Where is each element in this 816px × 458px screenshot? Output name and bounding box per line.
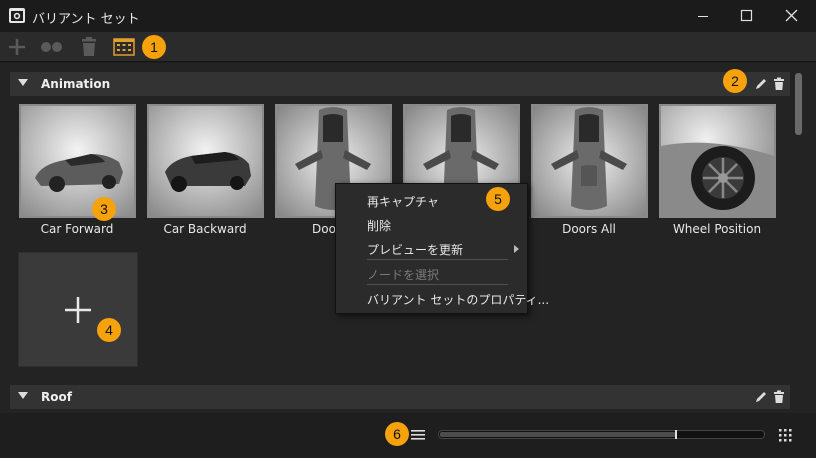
menu-item-variant-set-properties[interactable]: バリアント セットのプロパティ... — [367, 291, 549, 308]
toolbar — [0, 32, 816, 62]
menu-item-delete[interactable]: 削除 — [367, 217, 391, 234]
callout-3: 3 — [92, 197, 116, 221]
menu-item-select-node: ノードを選択 — [367, 268, 440, 282]
close-button[interactable] — [768, 0, 814, 32]
slider-handle[interactable] — [675, 430, 677, 439]
grid-panel-icon — [113, 38, 135, 56]
minimize-button[interactable] — [680, 0, 726, 32]
menu-separator — [367, 259, 508, 260]
callout-4: 4 — [97, 318, 121, 342]
delete-variant-button[interactable] — [78, 35, 100, 59]
group-header-roof[interactable]: Roof — [10, 385, 790, 409]
plus-icon — [9, 39, 25, 55]
pencil-icon[interactable] — [754, 76, 768, 92]
thumbnail-size-slider[interactable] — [438, 430, 765, 439]
car-top-doors-image — [533, 106, 646, 216]
list-view-icon[interactable] — [410, 427, 426, 443]
duplicate-variant-button[interactable] — [38, 35, 66, 59]
scrollbar-thumb[interactable] — [795, 73, 802, 135]
callout-5: 5 — [486, 187, 510, 211]
variant-thumbnail-car-forward[interactable] — [19, 104, 136, 218]
plus-icon — [65, 297, 91, 323]
grid-view-icon[interactable] — [777, 427, 793, 443]
vertical-scrollbar[interactable] — [793, 73, 803, 409]
variant-label: Doors All — [562, 222, 616, 236]
car-front-image — [21, 106, 134, 216]
collapse-arrow-icon[interactable] — [18, 79, 28, 86]
variant-thumbnail-car-backward[interactable] — [147, 104, 264, 218]
callout-1: 1 — [142, 35, 166, 59]
callout-2: 2 — [723, 69, 747, 93]
add-variant-button[interactable] — [6, 35, 28, 59]
trash-icon — [82, 37, 96, 56]
car-rear-image — [149, 106, 262, 216]
variant-thumbnail-wheel-position[interactable] — [659, 104, 776, 218]
camera-icon — [9, 8, 25, 23]
close-icon — [785, 9, 798, 22]
maximize-icon — [740, 9, 753, 22]
menu-separator — [367, 284, 508, 285]
slider-fill — [440, 432, 676, 437]
variant-label: Car Backward — [163, 222, 247, 236]
maximize-button[interactable] — [723, 0, 769, 32]
group-header-animation[interactable]: Animation — [10, 72, 790, 96]
callout-6: 6 — [385, 422, 409, 446]
window-title: バリアント セット — [32, 12, 140, 27]
group-title: Roof — [41, 390, 72, 404]
variant-label: Car Forward — [40, 222, 114, 236]
minimize-icon — [698, 16, 708, 17]
car-wheel-image — [661, 106, 774, 216]
group-title: Animation — [41, 77, 111, 91]
trash-icon[interactable] — [772, 389, 786, 405]
submenu-arrow-icon — [514, 245, 519, 253]
variant-thumbnail-doors-all[interactable] — [531, 104, 648, 218]
circles-icon — [41, 42, 62, 52]
trash-icon[interactable] — [772, 76, 786, 92]
collapse-arrow-icon[interactable] — [18, 392, 28, 399]
variant-set-view-button[interactable] — [112, 35, 136, 59]
add-variant-tile[interactable] — [18, 252, 138, 367]
variant-label: Wheel Position — [672, 222, 762, 236]
pencil-icon[interactable] — [754, 389, 768, 405]
title-bar: バリアント セット — [0, 0, 816, 32]
menu-item-recapture[interactable]: 再キャプチャ — [367, 193, 439, 210]
menu-item-update-preview[interactable]: プレビューを更新 — [367, 241, 463, 258]
